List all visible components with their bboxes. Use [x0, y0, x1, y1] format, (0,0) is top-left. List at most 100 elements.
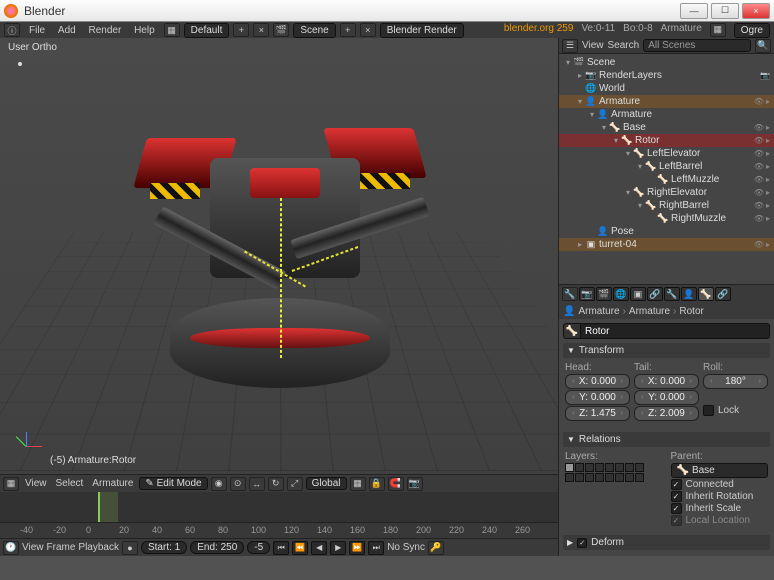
menu-help[interactable]: Help — [129, 25, 160, 36]
jump-end-icon[interactable]: ⏭ — [368, 541, 384, 555]
toggle-icon[interactable]: 👁 — [754, 188, 764, 197]
sync-dropdown[interactable]: No Sync — [387, 542, 425, 553]
expand-icon[interactable]: ▾ — [623, 188, 633, 197]
jump-start-icon[interactable]: ⏮ — [273, 541, 289, 555]
play-reverse-icon[interactable]: ◀ — [311, 541, 327, 555]
auto-keyframe-icon[interactable]: ● — [122, 541, 138, 555]
tree-row[interactable]: 👤Pose — [559, 225, 774, 238]
toggle-icon[interactable]: 👁 — [754, 175, 764, 184]
tree-row[interactable]: ▸▣turret-04👁▸ — [559, 238, 774, 251]
tab-world-icon[interactable]: 🌐 — [613, 287, 629, 301]
editor-type-icon[interactable]: ⓘ — [4, 23, 20, 37]
keyframe-prev-icon[interactable]: ⏪ — [292, 541, 308, 555]
tree-row[interactable]: ▾🦴LeftElevator👁▸ — [559, 147, 774, 160]
parent-field[interactable]: 🦴Base — [671, 463, 769, 478]
last-op-icon[interactable]: ▦ — [710, 23, 726, 37]
scene-browse-icon[interactable]: 🎬 — [273, 23, 289, 37]
tail-y-field[interactable]: ‹Y: 0.000› — [634, 390, 699, 405]
connected-checkbox[interactable]: ✓ — [671, 479, 682, 490]
toggle-icon[interactable]: 📷 — [760, 71, 770, 80]
del-screen-button[interactable]: × — [253, 23, 269, 37]
layers-button[interactable]: ▦ — [350, 477, 366, 491]
tree-row[interactable]: ▸📷RenderLayers📷 — [559, 69, 774, 82]
expand-icon[interactable]: ▾ — [587, 110, 597, 119]
timeline-ruler[interactable]: -40-200204060801001201401601802002202402… — [0, 522, 558, 538]
end-frame-field[interactable]: End: 250 — [190, 541, 244, 554]
toggle-icon[interactable]: ▸ — [766, 240, 770, 249]
lock-checkbox[interactable] — [703, 405, 714, 416]
viewport-shading-icon[interactable]: ◉ — [211, 477, 227, 491]
expand-icon[interactable]: ▾ — [623, 149, 633, 158]
toggle-icon[interactable]: ▸ — [766, 162, 770, 171]
tab-constraints-icon[interactable]: 🔗 — [647, 287, 663, 301]
start-frame-field[interactable]: Start: 1 — [141, 541, 187, 554]
add-scene-button[interactable]: + — [340, 23, 356, 37]
scene-dropdown[interactable]: Scene — [293, 23, 335, 38]
orientation-dropdown[interactable]: Global — [306, 477, 347, 490]
toggle-icon[interactable]: 👁 — [754, 240, 764, 249]
bone-name-field[interactable] — [581, 323, 770, 339]
inherit-scale-checkbox[interactable]: ✓ — [671, 503, 682, 514]
tab-render-icon[interactable]: 📷 — [579, 287, 595, 301]
expand-icon[interactable]: ▸ — [575, 240, 585, 249]
outliner-tree[interactable]: ▾🎬Scene▸📷RenderLayers📷🌐World▾👤Armature👁▸… — [559, 54, 774, 284]
tl-menu-view[interactable]: View — [22, 542, 44, 553]
relations-panel-header[interactable]: ▼Relations — [563, 432, 770, 447]
toggle-icon[interactable]: 👁 — [754, 162, 764, 171]
add-screen-button[interactable]: + — [233, 23, 249, 37]
current-frame-field[interactable]: -5 — [247, 541, 270, 554]
pivot-icon[interactable]: ⊙ — [230, 477, 246, 491]
tree-row[interactable]: 🌐World — [559, 82, 774, 95]
blender-link[interactable]: blender.org 259 — [504, 23, 574, 38]
mode-dropdown[interactable]: ✎ Edit Mode — [139, 477, 207, 490]
tl-menu-frame[interactable]: Frame — [47, 542, 76, 553]
tree-row[interactable]: ▾👤Armature👁▸ — [559, 95, 774, 108]
toggle-icon[interactable]: ▸ — [766, 97, 770, 106]
opengl-render-icon[interactable]: 📷 — [407, 477, 423, 491]
roll-field[interactable]: ‹180°› — [703, 374, 768, 389]
menu-file[interactable]: File — [24, 25, 50, 36]
tree-row[interactable]: ▾🦴RightElevator👁▸ — [559, 186, 774, 199]
tree-row[interactable]: ▾🦴LeftBarrel👁▸ — [559, 160, 774, 173]
toggle-icon[interactable]: 👁 — [754, 123, 764, 132]
toggle-icon[interactable]: ▸ — [766, 149, 770, 158]
tree-row[interactable]: ▾👤Armature — [559, 108, 774, 121]
tl-menu-playback[interactable]: Playback — [78, 542, 119, 553]
toggle-icon[interactable]: 👁 — [754, 214, 764, 223]
crumb-armature-data[interactable]: Armature — [629, 306, 670, 317]
tab-armature-icon[interactable]: 👤 — [681, 287, 697, 301]
properties-editor-icon[interactable]: 🔧 — [562, 287, 578, 301]
keying-set-icon[interactable]: 🔑 — [428, 541, 444, 555]
outliner-menu-view[interactable]: View — [582, 40, 604, 51]
timeline-editor-icon[interactable]: 🕐 — [3, 541, 19, 555]
dopesheet-area[interactable] — [0, 492, 558, 522]
lock-camera-icon[interactable]: 🔒 — [369, 477, 385, 491]
menu-add[interactable]: Add — [53, 25, 81, 36]
tree-row[interactable]: 🦴LeftMuzzle👁▸ — [559, 173, 774, 186]
head-y-field[interactable]: ‹Y: 0.000› — [565, 390, 630, 405]
tab-scene-icon[interactable]: 🎬 — [596, 287, 612, 301]
tab-modifiers-icon[interactable]: 🔧 — [664, 287, 680, 301]
deform-panel-header[interactable]: ▶✓Deform — [563, 535, 770, 550]
tree-row[interactable]: ▾🦴RightBarrel👁▸ — [559, 199, 774, 212]
toggle-icon[interactable]: ▸ — [766, 136, 770, 145]
tab-object-icon[interactable]: ▣ — [630, 287, 646, 301]
expand-icon[interactable]: ▾ — [599, 123, 609, 132]
head-x-field[interactable]: ‹X: 0.000› — [565, 374, 630, 389]
3d-viewport[interactable]: User Ortho (-5) Armature:Rotor — [0, 38, 558, 474]
menu-armature[interactable]: Armature — [89, 478, 136, 489]
bone-layers[interactable] — [565, 463, 663, 472]
tail-z-field[interactable]: ‹Z: 2.009› — [634, 406, 699, 421]
render-engine-dropdown[interactable]: Blender Render — [380, 23, 464, 38]
minimize-button[interactable]: — — [680, 3, 708, 19]
maximize-button[interactable]: ☐ — [711, 3, 739, 19]
play-icon[interactable]: ▶ — [330, 541, 346, 555]
tab-bone-constraints-icon[interactable]: 🔗 — [715, 287, 731, 301]
expand-icon[interactable]: ▸ — [575, 71, 585, 80]
outliner-search-icon[interactable]: 🔍 — [755, 39, 771, 53]
menu-select[interactable]: Select — [53, 478, 87, 489]
outliner-filter-dropdown[interactable]: All Scenes — [643, 39, 751, 52]
snap-icon[interactable]: 🧲 — [388, 477, 404, 491]
keyframe-next-icon[interactable]: ⏩ — [349, 541, 365, 555]
toggle-icon[interactable]: 👁 — [754, 149, 764, 158]
